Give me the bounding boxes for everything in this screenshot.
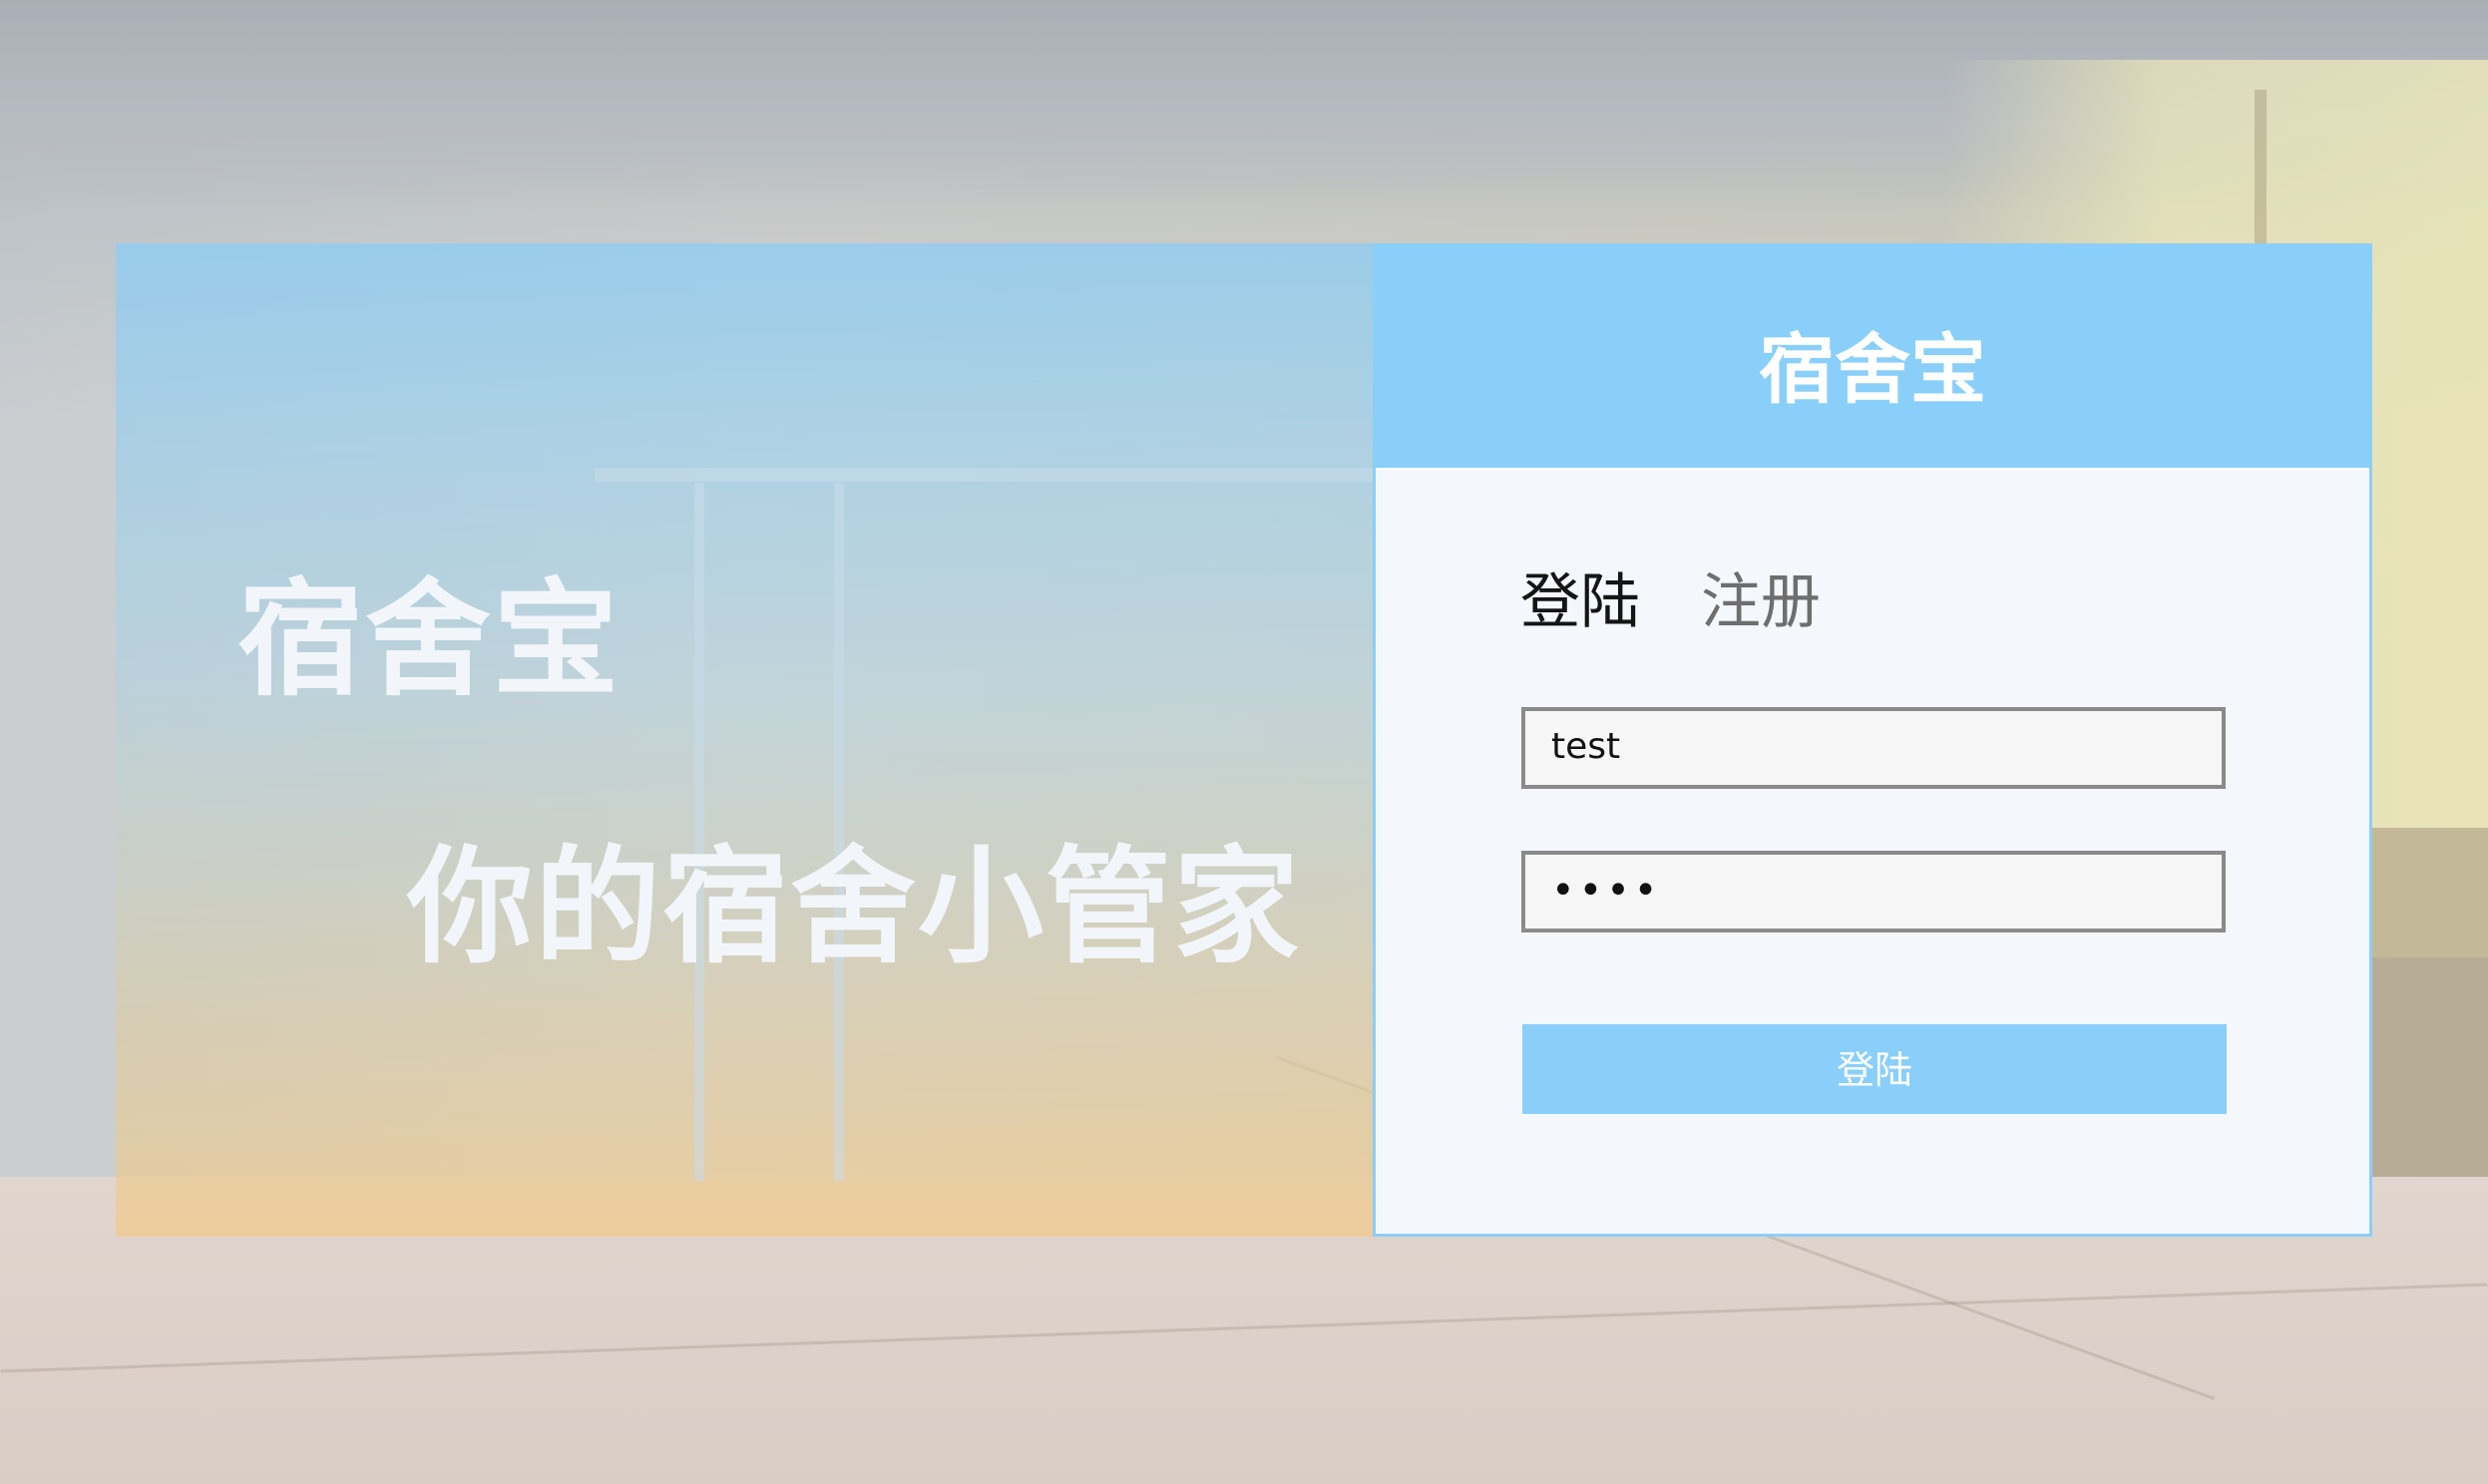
tab-login[interactable]: 登陆 xyxy=(1520,554,1640,640)
login-card-title: 宿舍宝 xyxy=(1759,325,1986,414)
username-input[interactable]: test xyxy=(1521,707,2226,789)
hero-brand-name: 宿舍宝 xyxy=(237,566,621,713)
hero-tagline: 你的宿舍小管家 xyxy=(407,834,1301,980)
hero-panel xyxy=(116,243,1373,1237)
tab-register[interactable]: 注册 xyxy=(1701,554,1821,640)
login-button[interactable]: 登陆 xyxy=(1522,1024,2227,1114)
login-card: 宿舍宝 登陆 注册 test •••• 登陆 xyxy=(1373,243,2372,1237)
password-input[interactable]: •••• xyxy=(1521,851,2226,932)
bunk-bed-rail xyxy=(595,468,1373,482)
login-card-header: 宿舍宝 xyxy=(1376,246,2369,470)
